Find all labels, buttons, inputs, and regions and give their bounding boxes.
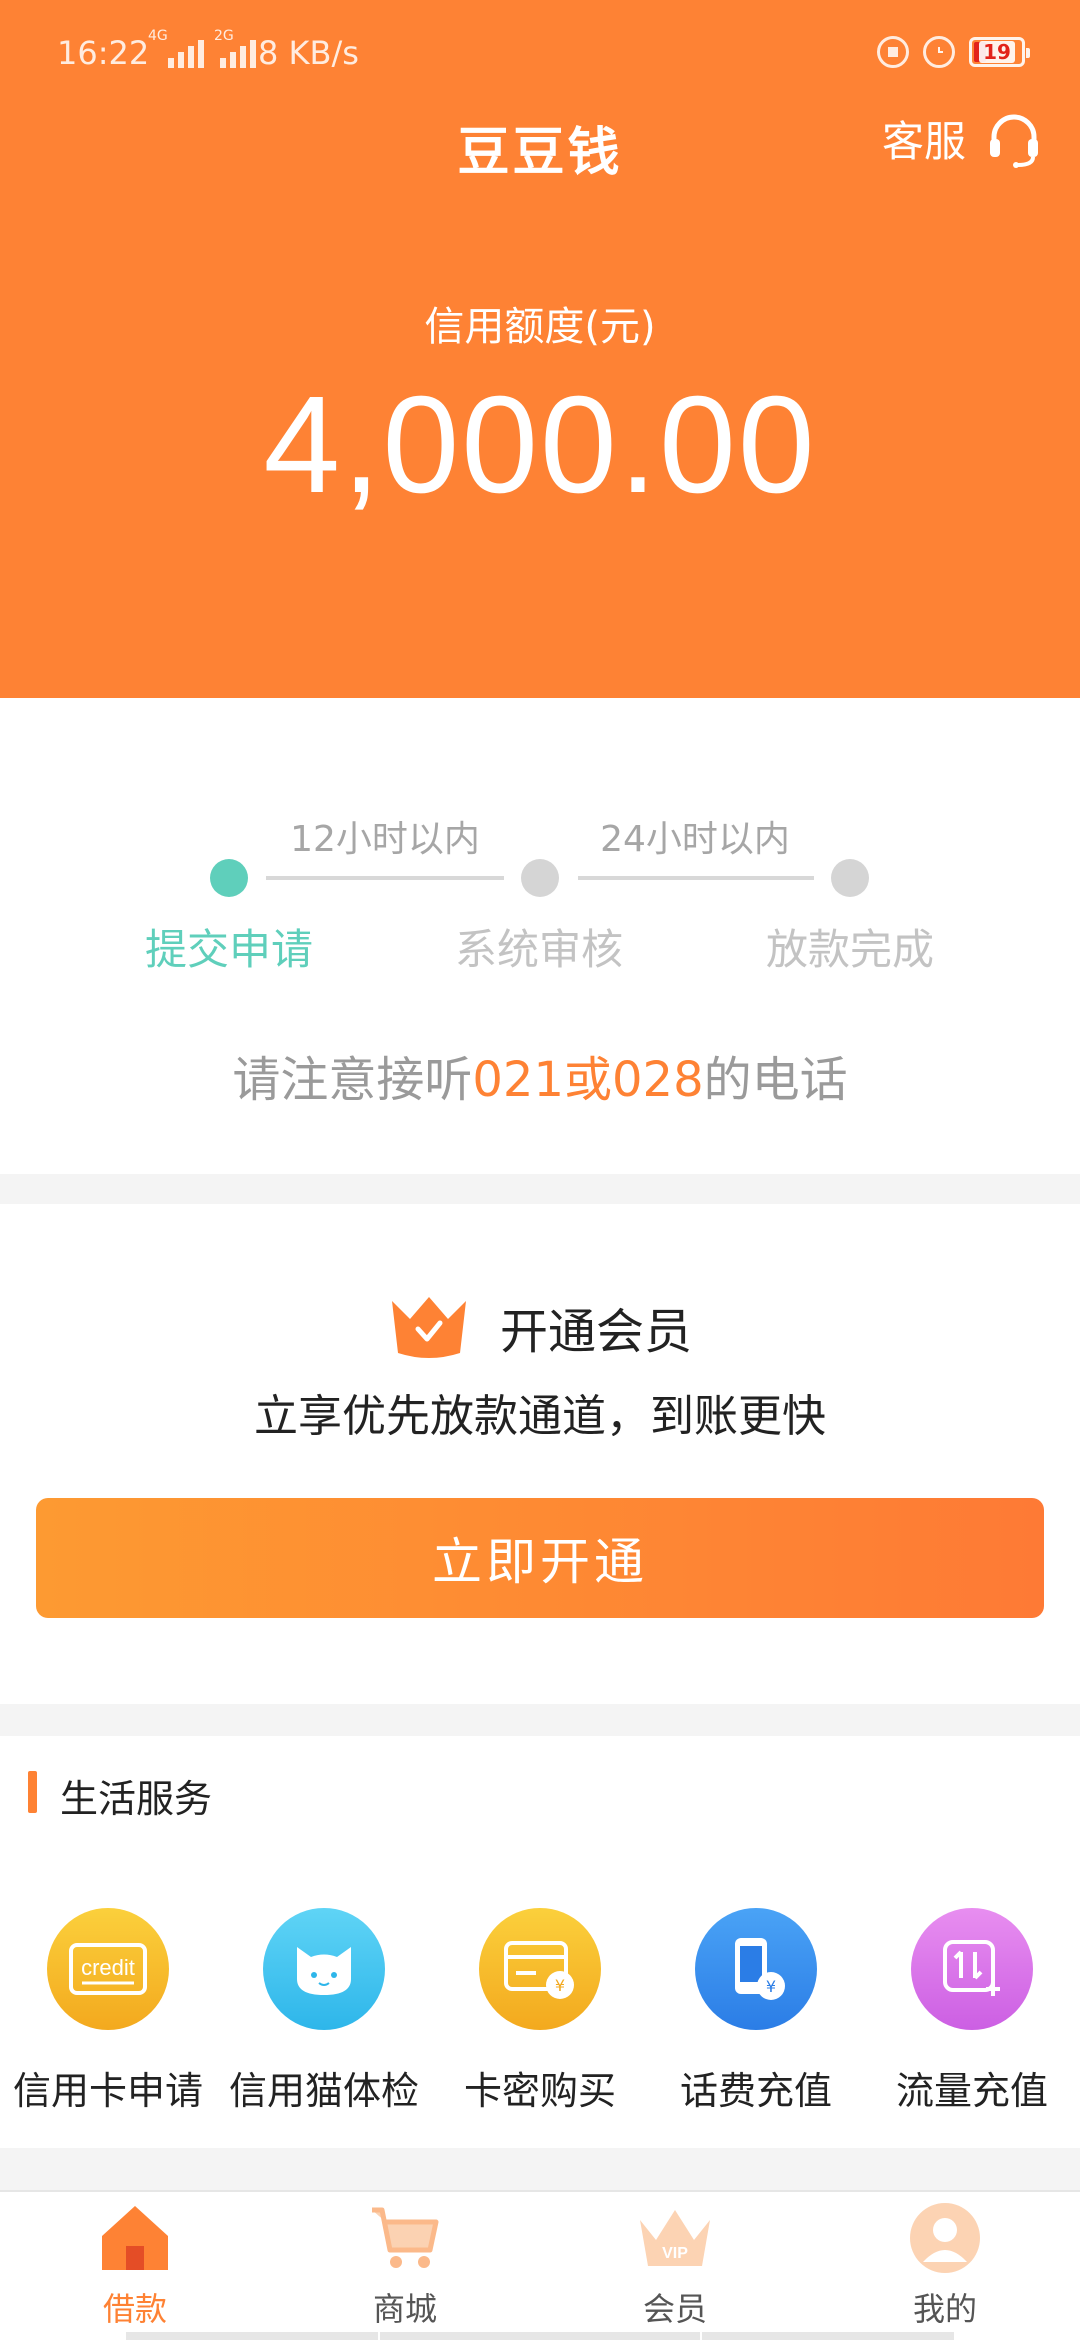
- nav-label: 借款: [102, 2290, 167, 2328]
- step-connector: [578, 876, 814, 880]
- membership-subtitle: 立享优先放款通道，到账更快: [254, 1391, 826, 1442]
- service-label: 流量充值: [895, 2069, 1048, 2113]
- header: 16:22 4G 2G 8 KB/s 19 豆豆钱 客服 信用额度(元) 4,0…: [0, 0, 1080, 698]
- service-phone-recharge[interactable]: ¥ 话费充值: [648, 1908, 864, 2115]
- crown-icon: [391, 1297, 466, 1358]
- phone-prefix-highlight: 021或028: [472, 1052, 704, 1108]
- battery-icon: 19: [969, 37, 1030, 67]
- home-indicator: [702, 2332, 954, 2340]
- service-credit-cat-check[interactable]: 信用猫体检: [216, 1908, 432, 2115]
- nav-member[interactable]: VIP 会员: [540, 2200, 810, 2330]
- nav-loan[interactable]: 借款: [0, 2200, 270, 2330]
- open-membership-button[interactable]: 立即开通: [36, 1498, 1044, 1618]
- status-time: 16:22: [57, 34, 150, 72]
- headset-icon: [990, 114, 1038, 168]
- signal-icon: [168, 34, 204, 68]
- step-dot-review: [521, 859, 559, 897]
- nav-mine[interactable]: 我的: [810, 2200, 1080, 2330]
- home-icon: [102, 2206, 168, 2270]
- step-label-submit: 提交申请: [144, 925, 313, 974]
- nav-label: 会员: [642, 2290, 707, 2328]
- svg-text:credit: credit: [81, 1955, 135, 1980]
- home-indicator: [126, 2332, 378, 2340]
- step-time-label: 12小时以内: [290, 819, 480, 860]
- card-purchase-icon: ¥: [479, 1908, 601, 2030]
- membership-title: 开通会员: [499, 1304, 692, 1360]
- step-time-label: 24小时以内: [600, 819, 790, 860]
- signal-icon: [220, 34, 256, 68]
- user-icon: [910, 2203, 980, 2273]
- service-label: 话费充值: [679, 2069, 832, 2113]
- svg-text:VIP: VIP: [662, 2245, 688, 2262]
- life-services-title: 生活服务: [60, 1777, 213, 1821]
- phone-recharge-icon: ¥: [695, 1908, 817, 2030]
- network-type-1: 4G: [148, 28, 168, 44]
- status-bar: 16:22 4G 2G 8 KB/s 19: [0, 0, 1080, 110]
- membership-title-row: 开通会员: [0, 1292, 1080, 1362]
- cat-icon: [263, 1908, 385, 2030]
- step-label-review: 系统审核: [454, 925, 623, 974]
- nav-label: 我的: [912, 2290, 977, 2328]
- data-recharge-icon: [911, 1908, 1033, 2030]
- membership-card: [0, 1204, 1080, 1704]
- step-dot-submit: [210, 859, 248, 897]
- alarm-icon: [923, 36, 955, 68]
- service-label: 信用卡申请: [12, 2069, 203, 2113]
- status-icons: 19: [877, 36, 1030, 68]
- phone-notice: 请注意接听021或028的电话: [232, 1052, 848, 1108]
- customer-service-label: 客服: [881, 117, 966, 166]
- cart-icon: [372, 2207, 439, 2268]
- svg-text:¥: ¥: [555, 1976, 565, 1995]
- credit-limit-amount: 4,000.00: [263, 368, 817, 522]
- rotation-lock-icon: [877, 36, 909, 68]
- service-card-purchase[interactable]: ¥ 卡密购买: [432, 1908, 648, 2115]
- service-credit-card-apply[interactable]: credit 信用卡申请: [0, 1908, 216, 2115]
- step-connector: [266, 876, 504, 880]
- battery-level: 19: [979, 41, 1015, 63]
- network-speed: 8 KB/s: [258, 34, 359, 72]
- home-indicator: [380, 2332, 700, 2340]
- service-data-recharge[interactable]: 流量充值: [864, 1908, 1080, 2115]
- nav-label: 商城: [372, 2290, 437, 2328]
- service-label: 卡密购买: [463, 2069, 616, 2113]
- app-screen: 16:22 4G 2G 8 KB/s 19 豆豆钱 客服 信用额度(元) 4,0…: [0, 0, 1080, 2340]
- nav-mall[interactable]: 商城: [270, 2200, 540, 2330]
- credit-limit-label: 信用额度(元): [424, 304, 656, 350]
- customer-service-button[interactable]: 客服: [882, 108, 1044, 169]
- service-label: 信用猫体检: [228, 2069, 419, 2113]
- credit-card-icon: credit: [47, 1908, 169, 2030]
- vip-crown-icon: VIP: [640, 2210, 710, 2266]
- step-label-disburse: 放款完成: [765, 925, 934, 974]
- section-accent-bar: [28, 1771, 37, 1813]
- svg-text:¥: ¥: [766, 1977, 776, 1996]
- step-dot-disburse: [831, 859, 869, 897]
